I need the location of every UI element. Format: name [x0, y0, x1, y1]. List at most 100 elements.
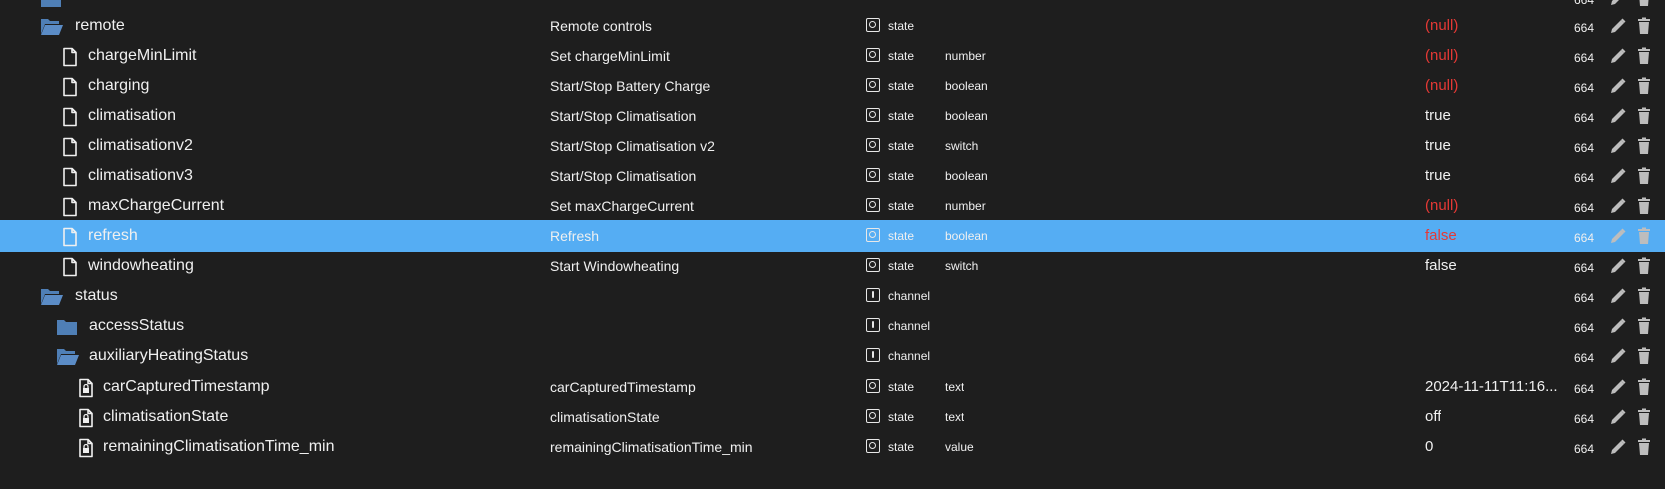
edit-pencil-icon[interactable]	[1608, 106, 1628, 126]
folder-open-icon[interactable]	[56, 347, 79, 367]
object-type-label: state	[888, 139, 915, 153]
delete-trash-icon[interactable]	[1634, 346, 1654, 366]
table-row[interactable]: remainingClimatisationTime_min remainingC…	[0, 431, 1665, 463]
delete-trash-icon[interactable]	[1634, 256, 1654, 276]
edit-pencil-icon[interactable]	[1608, 286, 1628, 306]
object-description: carCapturedTimestamp	[550, 379, 696, 395]
tree-cell: auxiliaryHeatingStatus	[0, 340, 540, 372]
acl-value[interactable]: 664	[1574, 433, 1594, 465]
object-type-label: state	[888, 440, 915, 454]
object-type: state	[866, 70, 936, 102]
delete-trash-icon[interactable]	[1634, 16, 1654, 36]
edit-pencil-icon[interactable]	[1608, 166, 1628, 186]
file-icon	[60, 77, 80, 97]
edit-pencil-icon[interactable]	[1608, 76, 1628, 96]
object-name: climatisationState	[103, 408, 229, 425]
delete-trash-icon[interactable]	[1634, 437, 1654, 457]
delete-trash-icon[interactable]	[1634, 166, 1654, 186]
object-name: chargeMinLimit	[88, 47, 197, 64]
table-row[interactable]: climatisation Start/Stop Climatisation sta…	[0, 100, 1665, 132]
tree-cell: status	[0, 280, 540, 312]
table-row[interactable]: climatisationv3 Start/Stop Climatisation s…	[0, 160, 1665, 192]
object-description: Set chargeMinLimit	[550, 48, 670, 64]
object-value[interactable]: 2024-11-11T11:16...	[1425, 371, 1558, 403]
edit-pencil-icon[interactable]	[1608, 136, 1628, 156]
table-row[interactable]: accessStatus channel 664	[0, 310, 1665, 342]
object-value[interactable]: off	[1425, 401, 1441, 433]
delete-trash-icon[interactable]	[1634, 286, 1654, 306]
table-row[interactable]: refresh Refresh state boolean false 664	[0, 220, 1665, 252]
object-value[interactable]: true	[1425, 160, 1451, 192]
edit-pencil-icon[interactable]	[1608, 437, 1628, 457]
object-value[interactable]: (null)	[1425, 190, 1458, 222]
table-row[interactable]: climatisationv2 Start/Stop Climatisation …	[0, 130, 1665, 162]
delete-trash-icon[interactable]	[1634, 46, 1654, 66]
delete-trash-icon[interactable]	[1634, 316, 1654, 336]
edit-pencil-icon[interactable]	[1608, 316, 1628, 336]
state-type-icon	[866, 168, 880, 182]
table-row[interactable]: carCapturedTimestamp carCapturedTimestamp…	[0, 371, 1665, 403]
state-type-icon	[866, 228, 880, 242]
object-value[interactable]: (null)	[1425, 70, 1458, 102]
acl-value[interactable]: 664	[1574, 342, 1594, 374]
object-role: text	[945, 380, 965, 394]
edit-pencil-icon[interactable]	[1608, 46, 1628, 66]
object-type-label: channel	[888, 289, 931, 303]
tree-cell: climatisation	[0, 100, 540, 132]
folder-icon[interactable]	[56, 317, 77, 337]
file-icon	[60, 107, 80, 127]
channel-type-icon	[866, 318, 880, 332]
object-description: Set maxChargeCurrent	[550, 198, 694, 214]
edit-pencil-icon[interactable]	[1608, 256, 1628, 276]
object-value[interactable]: (null)	[1425, 40, 1458, 72]
object-value[interactable]: true	[1425, 130, 1451, 162]
delete-trash-icon[interactable]	[1634, 377, 1654, 397]
folder-icon[interactable]	[40, 0, 61, 9]
edit-pencil-icon[interactable]	[1608, 196, 1628, 216]
tree-cell: remote	[0, 10, 540, 42]
edit-pencil-icon[interactable]	[1608, 346, 1628, 366]
table-row[interactable]: chargeMinLimit Set chargeMinLimit state num…	[0, 40, 1665, 72]
delete-trash-icon[interactable]	[1634, 407, 1654, 427]
object-name: climatisationv2	[88, 137, 193, 154]
edit-pencil-icon[interactable]	[1608, 16, 1628, 36]
object-type: state	[866, 130, 936, 162]
table-row[interactable]: remote Remote controls state (null) 664	[0, 10, 1665, 42]
object-name: carCapturedTimestamp	[103, 378, 270, 395]
table-row[interactable]: windowheating Start Windowheating state swi…	[0, 250, 1665, 282]
object-value[interactable]: false	[1425, 220, 1457, 252]
state-type-icon	[866, 138, 880, 152]
delete-trash-icon[interactable]	[1634, 136, 1654, 156]
table-row[interactable]: charging Start/Stop Battery Charge state bo…	[0, 70, 1665, 102]
table-row[interactable]: auxiliaryHeatingStatus channel 664	[0, 340, 1665, 372]
object-value[interactable]: (null)	[1425, 10, 1458, 42]
delete-trash-icon[interactable]	[1634, 106, 1654, 126]
file-lock-icon	[76, 378, 96, 398]
object-type-label: state	[888, 79, 915, 93]
delete-trash-icon[interactable]	[1634, 0, 1654, 8]
file-lock-icon	[76, 408, 96, 428]
object-name: climatisationv3	[88, 167, 193, 184]
delete-trash-icon[interactable]	[1634, 226, 1654, 246]
object-role: value	[945, 440, 974, 454]
table-row[interactable]: climatisationState climatisationState stat…	[0, 401, 1665, 433]
edit-pencil-icon[interactable]	[1608, 0, 1628, 8]
edit-pencil-icon[interactable]	[1608, 226, 1628, 246]
object-description: Start/Stop Climatisation	[550, 108, 697, 124]
edit-pencil-icon[interactable]	[1608, 377, 1628, 397]
object-role: switch	[945, 259, 979, 273]
object-value[interactable]: 0	[1425, 431, 1433, 463]
delete-trash-icon[interactable]	[1634, 196, 1654, 216]
folder-open-icon[interactable]	[40, 17, 63, 37]
delete-trash-icon[interactable]	[1634, 76, 1654, 96]
object-value[interactable]: true	[1425, 100, 1451, 132]
tree-cell: accessStatus	[0, 310, 540, 342]
table-row[interactable]: maxChargeCurrent Set maxChargeCurrent stat…	[0, 190, 1665, 222]
object-value[interactable]: false	[1425, 250, 1457, 282]
table-row[interactable]: status channel 664	[0, 280, 1665, 312]
object-role: text	[945, 410, 965, 424]
edit-pencil-icon[interactable]	[1608, 407, 1628, 427]
state-type-icon	[866, 78, 880, 92]
folder-open-icon[interactable]	[40, 287, 63, 307]
file-icon	[60, 257, 80, 277]
